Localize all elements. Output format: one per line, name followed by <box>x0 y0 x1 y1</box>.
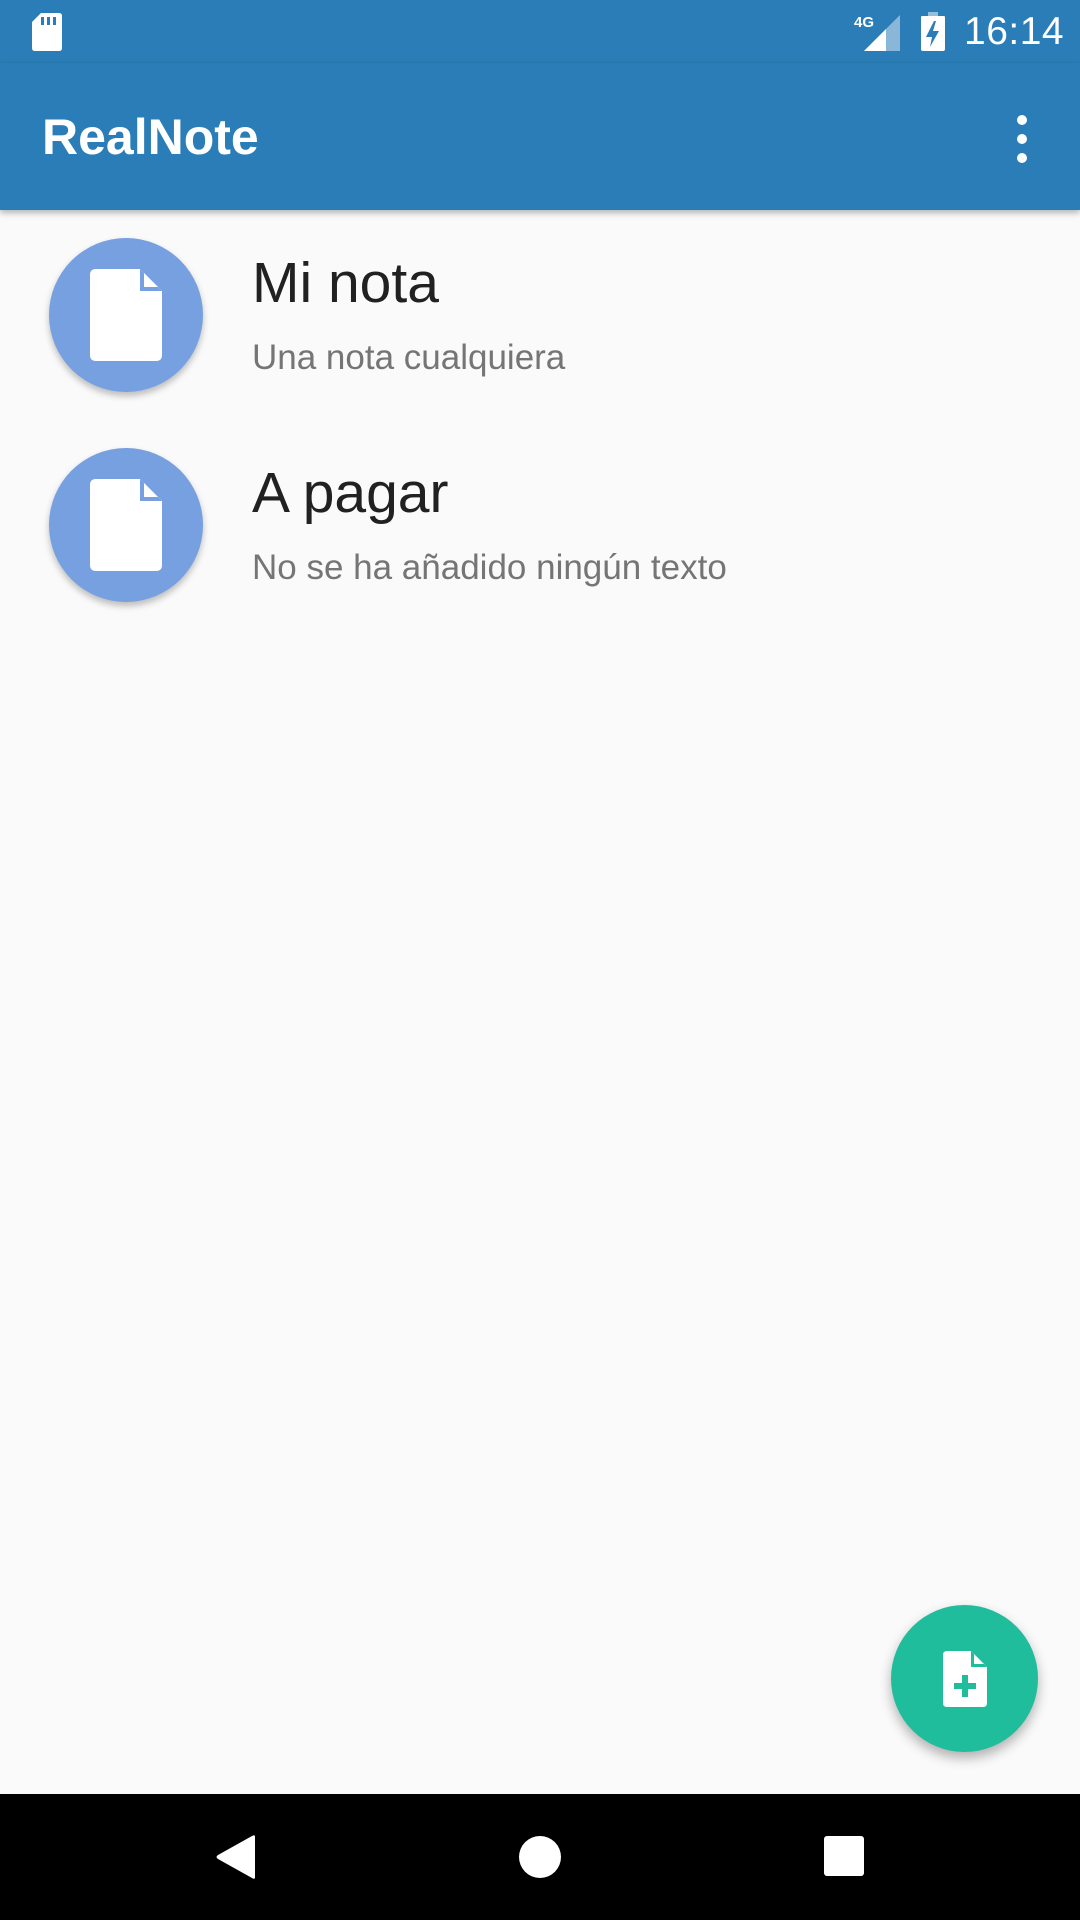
overflow-menu-icon[interactable] <box>1000 109 1044 169</box>
document-icon <box>90 479 162 571</box>
recents-icon[interactable] <box>824 1836 864 1876</box>
app-bar: RealNote <box>0 63 1080 210</box>
sd-card-icon <box>32 13 62 51</box>
back-icon[interactable] <box>215 1834 257 1880</box>
navigation-bar <box>0 1794 1080 1920</box>
note-list-item[interactable]: A pagar No se ha añadido ningún texto <box>0 420 1080 630</box>
network-type-label: 4G <box>854 14 874 31</box>
note-list-item[interactable]: Mi nota Una nota cualquiera <box>0 210 1080 420</box>
signal-icon: 4G <box>854 14 900 51</box>
note-title: Mi nota <box>252 251 439 315</box>
note-subtitle: No se ha añadido ningún texto <box>252 548 727 587</box>
clock: 16:14 <box>964 10 1065 53</box>
document-icon <box>90 269 162 361</box>
home-icon[interactable] <box>519 1836 561 1878</box>
add-note-icon <box>942 1650 987 1707</box>
app-title: RealNote <box>42 109 259 165</box>
add-note-button[interactable] <box>891 1605 1038 1752</box>
note-avatar <box>49 448 203 602</box>
status-bar: 4G 16:14 <box>0 0 1080 63</box>
note-list: Mi nota Una nota cualquiera A pagar No s… <box>0 210 1080 630</box>
note-avatar <box>49 238 203 392</box>
battery-charging-icon <box>921 12 945 51</box>
note-subtitle: Una nota cualquiera <box>252 338 566 377</box>
note-title: A pagar <box>252 461 449 525</box>
